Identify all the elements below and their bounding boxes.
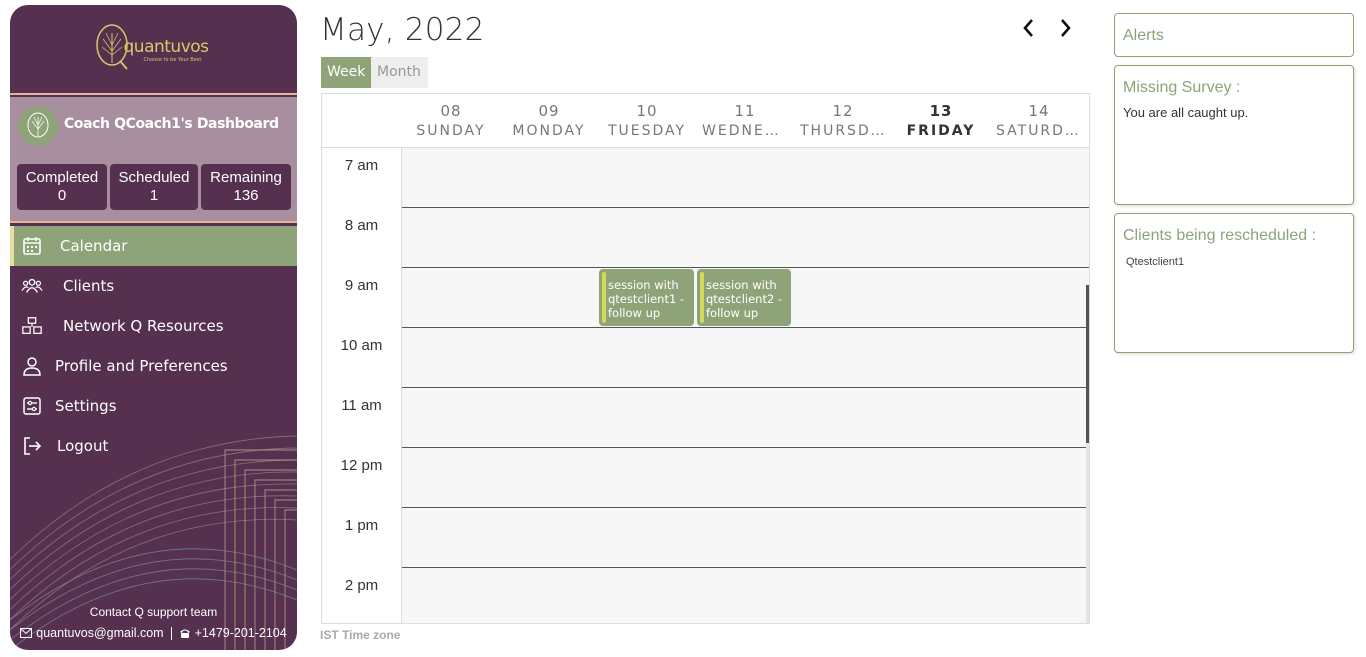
calendar-icon <box>23 237 41 255</box>
logo-area: quantuvos Choose to be Your Best <box>10 5 297 93</box>
stat-value: 0 <box>57 187 67 204</box>
stat-label: Scheduled <box>118 169 190 186</box>
avatar <box>18 106 58 146</box>
user-icon <box>23 357 41 376</box>
list-item[interactable]: Qtestclient1 <box>1126 256 1184 268</box>
stat-value: 1 <box>149 187 159 204</box>
support-title: Contact Q support team <box>89 605 218 619</box>
divider <box>10 221 297 223</box>
hour-row: 11 am <box>322 388 1089 448</box>
sidebar-item-label: Clients <box>63 277 115 295</box>
day-name: THURSDAY <box>800 123 892 139</box>
sidebar-item-profile[interactable]: Profile and Preferences <box>10 346 297 386</box>
day-name: MONDAY <box>512 123 586 139</box>
brand-name: quantuvos <box>123 37 210 57</box>
calendar-grid: 08 SUNDAY 09 MONDAY 10 TUESDAY 11 WEDNES… <box>321 93 1090 624</box>
time-slot[interactable] <box>402 388 1089 447</box>
card-text: You are all caught up. <box>1123 105 1249 120</box>
hour-row: 2 pm <box>322 568 1089 623</box>
stat-label: Completed <box>25 169 99 186</box>
scrollbar-track[interactable] <box>1086 443 1089 623</box>
chevron-right-icon[interactable] <box>1058 16 1074 40</box>
time-label: 8 am <box>322 208 402 268</box>
calendar-pager <box>1020 16 1074 40</box>
rescheduled-clients-card: Clients being rescheduled : Qtestclient1 <box>1114 213 1354 353</box>
day-number: 09 <box>538 102 560 120</box>
sidebar-item-clients[interactable]: Clients <box>10 266 297 306</box>
dashboard-title: Coach QCoach1's Dashboard <box>64 116 279 132</box>
scrollbar-thumb[interactable] <box>1086 285 1089 443</box>
divider <box>170 626 172 640</box>
day-number: 12 <box>832 102 854 120</box>
day-number: 13 <box>929 102 953 120</box>
sidebar-item-label: Calendar <box>60 237 128 255</box>
time-slot[interactable] <box>402 208 1089 267</box>
stat-value: 136 <box>233 187 259 204</box>
brand-tagline: Choose to be Your Best <box>143 57 202 63</box>
hour-row: 8 am <box>322 208 1089 268</box>
card-title: Clients being rescheduled : <box>1123 227 1317 244</box>
day-number: 08 <box>440 102 462 120</box>
support-contact: quantuvos@gmail.com +1479-201-2104 <box>10 626 297 640</box>
page-title: May, 2022 <box>320 12 485 48</box>
time-slot[interactable] <box>402 568 1089 623</box>
sidebar-item-calendar[interactable]: Calendar <box>10 226 297 266</box>
timezone-label: IST Time zone <box>320 628 401 642</box>
stat-scheduled: Scheduled 1 <box>110 164 198 210</box>
support-phone[interactable]: +1479-201-2104 <box>195 626 287 640</box>
mail-icon <box>20 628 33 638</box>
coach-panel: Coach QCoach1's Dashboard Completed 0 Sc… <box>10 97 297 221</box>
divider <box>10 93 297 95</box>
hour-row: 12 pm <box>322 448 1089 508</box>
support-email[interactable]: quantuvos@gmail.com <box>36 626 163 640</box>
alerts-header: Alerts <box>1114 13 1354 57</box>
time-slot[interactable] <box>402 448 1089 507</box>
time-grid: 7 am 8 am 9 am 10 am 11 am 12 pm 1 pm 2 <box>322 148 1089 623</box>
card-title: Missing Survey : <box>1123 79 1241 96</box>
time-label: 11 am <box>322 388 402 448</box>
view-toggle: Week Month <box>321 57 428 88</box>
alerts-title: Alerts <box>1123 27 1164 44</box>
time-label: 7 am <box>322 148 402 208</box>
hour-row: 7 am <box>322 148 1089 208</box>
phone-icon <box>179 629 190 638</box>
stat-remaining: Remaining 136 <box>201 164 291 210</box>
time-label: 12 pm <box>322 448 402 508</box>
time-slot[interactable] <box>402 328 1089 387</box>
stat-label: Remaining <box>210 169 282 186</box>
time-slot[interactable] <box>402 508 1089 567</box>
stats-row: Completed 0 Scheduled 1 Remaining 136 <box>17 164 291 210</box>
day-name: TUESDAY <box>607 123 687 139</box>
time-label: 10 am <box>322 328 402 388</box>
sidebar-item-label: Network Q Resources <box>63 317 224 335</box>
users-icon <box>21 278 43 293</box>
tree-logo-icon <box>27 112 49 138</box>
time-slot[interactable] <box>402 148 1089 207</box>
sidebar-item-label: Profile and Preferences <box>55 357 228 375</box>
week-view-button[interactable]: Week <box>321 57 371 88</box>
time-label: 9 am <box>322 268 402 328</box>
sidebar: quantuvos Choose to be Your Best Coach Q… <box>10 5 297 650</box>
calendar-event[interactable]: session with qtestclient2 - follow up <box>697 269 791 326</box>
brand-logo[interactable]: quantuvos Choose to be Your Best <box>94 21 214 77</box>
day-number: 10 <box>636 102 658 120</box>
chevron-left-icon[interactable] <box>1020 16 1036 40</box>
network-icon <box>22 317 42 334</box>
day-number: 14 <box>1028 102 1050 120</box>
sidebar-item-network-resources[interactable]: Network Q Resources <box>10 306 297 346</box>
day-number: 11 <box>734 102 756 120</box>
month-view-button[interactable]: Month <box>371 57 428 88</box>
missing-survey-card: Missing Survey : You are all caught up. <box>1114 65 1354 205</box>
hour-row: 10 am <box>322 328 1089 388</box>
day-name: FRIDAY <box>906 123 976 139</box>
day-name: SATURDAY <box>996 123 1086 139</box>
time-label: 2 pm <box>322 568 402 623</box>
calendar-event[interactable]: session with qtestclient1 - follow up <box>599 269 694 326</box>
time-label: 1 pm <box>322 508 402 568</box>
day-name: SUNDAY <box>416 123 486 139</box>
stat-completed: Completed 0 <box>17 164 107 210</box>
hour-row: 1 pm <box>322 508 1089 568</box>
day-name: WEDNESDAY <box>702 123 794 139</box>
day-header: 08 SUNDAY 09 MONDAY 10 TUESDAY 11 WEDNES… <box>322 94 1089 148</box>
